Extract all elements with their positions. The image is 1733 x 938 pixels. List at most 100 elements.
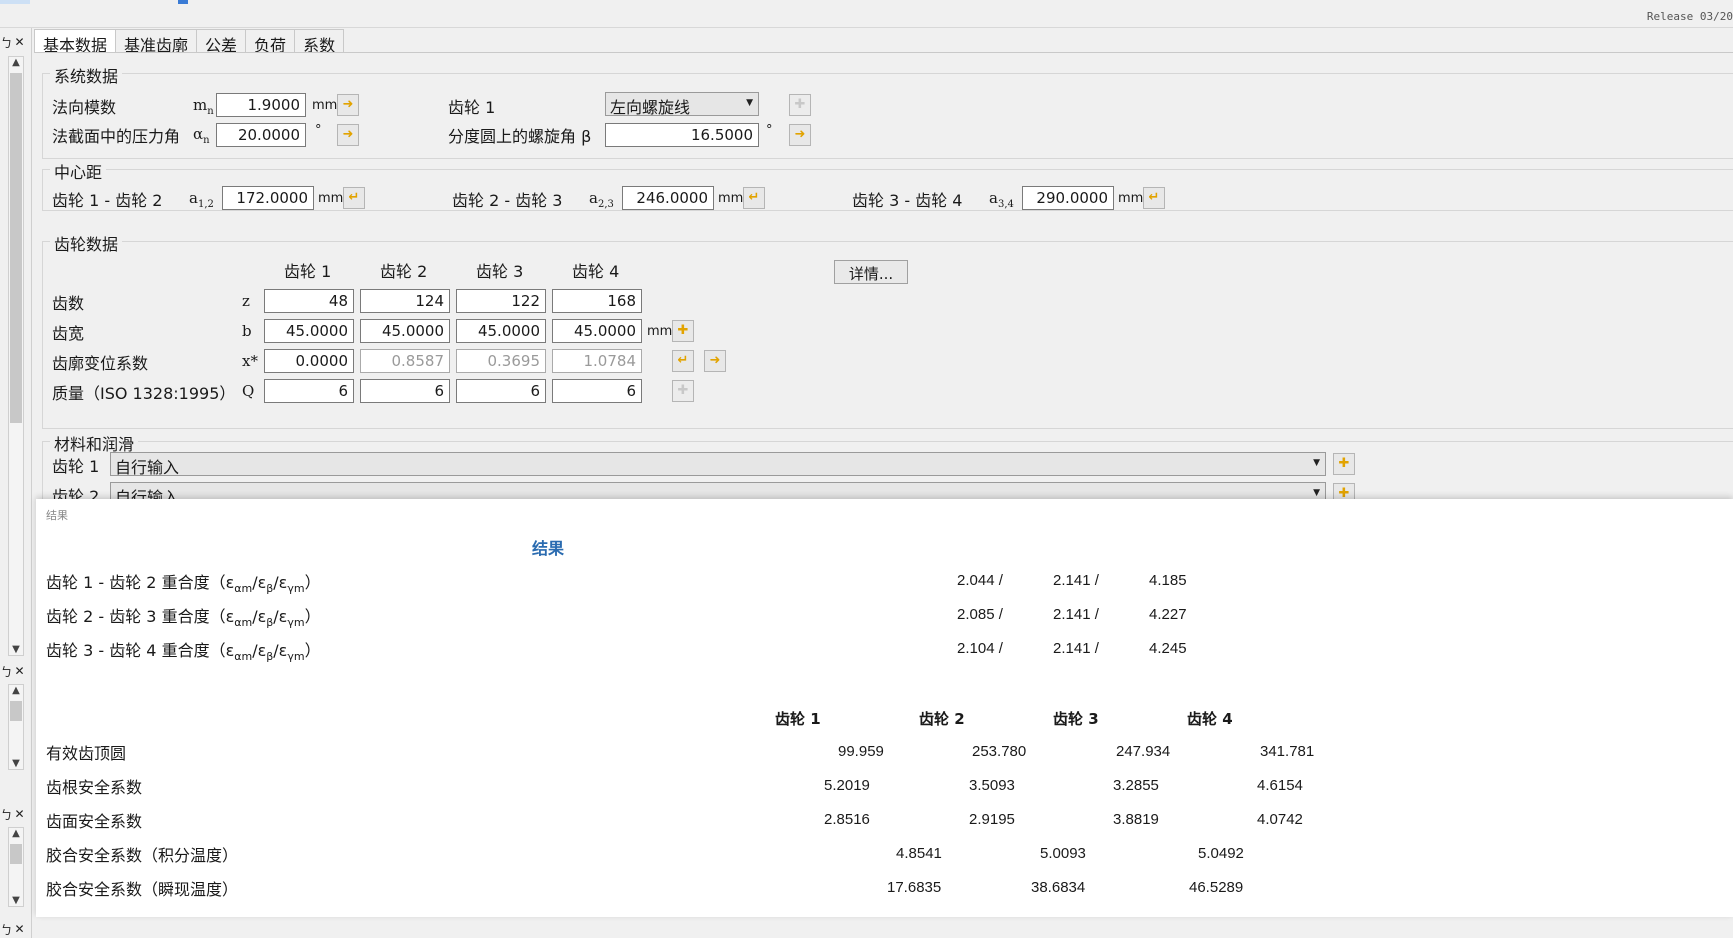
gear-header-2: 齿轮 2: [380, 262, 428, 281]
profile-shift-left-button[interactable]: ↵: [672, 350, 694, 372]
scroll-thumb[interactable]: [10, 844, 22, 864]
profile-shift-input-3[interactable]: 0.3695: [456, 349, 546, 373]
basic-data-panel: 系统数据 法向模数 mn 1.9000 mm ➜ 法截面中的压力角 αn 20.…: [34, 52, 1733, 511]
close-icon[interactable]: ✕: [13, 664, 26, 678]
result-value: 5.0093: [1040, 845, 1086, 862]
profile-shift-input-1[interactable]: 0.0000: [264, 349, 354, 373]
center-pair-label-2: 齿轮 2 - 齿轮 3: [452, 191, 563, 210]
results-title: 结果: [532, 539, 565, 558]
calc-arrow-button[interactable]: ↵: [743, 187, 765, 209]
center-distance-input-1[interactable]: 172.0000: [222, 186, 314, 210]
pin-icon[interactable]: ㄅ: [0, 806, 13, 823]
quality-plus-button[interactable]: ✚: [672, 380, 694, 402]
teeth-count-input-3[interactable]: 122: [456, 289, 546, 313]
face-width-label: 齿宽: [52, 324, 85, 343]
pin-icon[interactable]: ㄅ: [0, 34, 13, 51]
face-width-input-3[interactable]: 45.0000: [456, 319, 546, 343]
result-value: 253.780: [972, 743, 1027, 760]
profile-shift-input-4[interactable]: 1.0784: [552, 349, 642, 373]
material-gear1-select[interactable]: 自行输入 ▼: [110, 452, 1326, 477]
face-width-input-1[interactable]: 45.0000: [264, 319, 354, 343]
calc-arrow-button[interactable]: ➜: [337, 94, 359, 116]
calc-arrow-button[interactable]: ↵: [1143, 187, 1165, 209]
face-width-input-2[interactable]: 45.0000: [360, 319, 450, 343]
material-gear1-plus-button[interactable]: ✚: [1333, 453, 1355, 475]
result-value: 17.6835: [887, 879, 942, 896]
contact-ratio-label-2: 齿轮 2 - 齿轮 3 重合度（εαm/εβ/εγm）: [46, 607, 321, 630]
dock-header-1: ㄅ ✕: [0, 33, 28, 51]
chevron-down-icon: ▼: [746, 98, 753, 108]
scroll-up-icon[interactable]: ▲: [9, 685, 23, 696]
release-label: Release 03/20: [1646, 10, 1733, 23]
close-icon[interactable]: ✕: [13, 807, 26, 821]
result-value: 5.2019: [824, 777, 870, 794]
arrow-right-icon: ➜: [794, 127, 806, 142]
normal-module-input[interactable]: 1.9000: [216, 93, 306, 117]
quality-input-1[interactable]: 6: [264, 379, 354, 403]
pressure-angle-input[interactable]: 20.0000: [216, 123, 306, 147]
pin-icon[interactable]: ㄅ: [0, 663, 13, 680]
result-value: 4.0742: [1257, 811, 1303, 828]
scuffing-flash-label: 胶合安全系数（瞬现温度）: [46, 880, 239, 899]
dock-scrollbar-1[interactable]: ▲ ▼: [8, 56, 24, 656]
quality-input-3[interactable]: 6: [456, 379, 546, 403]
plus-icon: ✚: [677, 383, 689, 398]
calc-arrow-button[interactable]: ➜: [789, 124, 811, 146]
scroll-down-icon[interactable]: ▼: [9, 758, 23, 769]
contact-ratio-label-3: 齿轮 3 - 齿轮 4 重合度（εαm/εβ/εγm）: [46, 641, 321, 664]
face-width-plus-button[interactable]: ✚: [672, 320, 694, 342]
result-value: 3.5093: [969, 777, 1015, 794]
teeth-count-input-4[interactable]: 168: [552, 289, 642, 313]
teeth-count-input-2[interactable]: 124: [360, 289, 450, 313]
scroll-up-icon[interactable]: ▲: [9, 828, 23, 839]
quality-symbol: Q: [242, 382, 255, 400]
close-icon[interactable]: ✕: [13, 35, 26, 49]
contact-ratio-value: 2.141 /: [1053, 640, 1099, 657]
result-header-gear1: 齿轮 1: [775, 710, 821, 728]
profile-shift-label: 齿廓变位系数: [52, 354, 149, 373]
normal-module-symbol: mn: [193, 96, 214, 117]
tab-load[interactable]: 负荷: [245, 29, 296, 55]
dock-scrollbar-2[interactable]: ▲ ▼: [8, 684, 24, 770]
plus-icon: ✚: [794, 97, 806, 112]
helix-angle-input[interactable]: 16.5000: [605, 123, 759, 147]
plus-icon: ✚: [677, 323, 689, 338]
helix-direction-select[interactable]: 左向螺旋线 ▼: [605, 92, 759, 117]
center-distance-input-3[interactable]: 290.0000: [1022, 186, 1114, 210]
toolbar-mini-icon: [178, 0, 188, 4]
result-value: 2.9195: [969, 811, 1015, 828]
quality-input-4[interactable]: 6: [552, 379, 642, 403]
scuffing-integral-label: 胶合安全系数（积分温度）: [46, 846, 239, 865]
material-gear1-label: 齿轮 1: [52, 457, 100, 476]
result-value: 38.6834: [1031, 879, 1086, 896]
center-distance-input-2[interactable]: 246.0000: [622, 186, 714, 210]
scroll-down-icon[interactable]: ▼: [9, 895, 23, 906]
face-width-input-4[interactable]: 45.0000: [552, 319, 642, 343]
close-icon[interactable]: ✕: [13, 922, 26, 936]
pin-icon[interactable]: ㄅ: [0, 921, 13, 938]
quality-input-2[interactable]: 6: [360, 379, 450, 403]
calc-arrow-button[interactable]: ↵: [343, 187, 365, 209]
profile-shift-input-2[interactable]: 0.8587: [360, 349, 450, 373]
details-button[interactable]: 详情...: [834, 260, 908, 284]
tab-factors[interactable]: 系数: [294, 29, 345, 55]
disabled-calc-button[interactable]: ✚: [789, 94, 811, 116]
dock-scrollbar-3[interactable]: ▲ ▼: [8, 827, 24, 907]
result-value: 4.8541: [896, 845, 942, 862]
scroll-thumb[interactable]: [10, 701, 22, 721]
scroll-down-icon[interactable]: ▼: [9, 644, 23, 655]
title-bar: Release 03/20: [0, 0, 1733, 28]
scroll-up-icon[interactable]: ▲: [9, 57, 23, 68]
calc-arrow-button[interactable]: ➜: [337, 124, 359, 146]
result-value: 5.0492: [1198, 845, 1244, 862]
teeth-count-input-1[interactable]: 48: [264, 289, 354, 313]
result-value: 99.959: [838, 743, 884, 760]
flank-safety-label: 齿面安全系数: [46, 812, 143, 831]
gear1-label: 齿轮 1: [448, 98, 496, 117]
teeth-count-label: 齿数: [52, 294, 85, 313]
contact-ratio-value: 2.141 /: [1053, 606, 1099, 623]
profile-shift-right-button[interactable]: ➜: [704, 350, 726, 372]
tab-reference-profile[interactable]: 基准齿廓: [115, 29, 198, 55]
scroll-thumb[interactable]: [10, 73, 22, 423]
tab-tolerances[interactable]: 公差: [196, 29, 247, 55]
